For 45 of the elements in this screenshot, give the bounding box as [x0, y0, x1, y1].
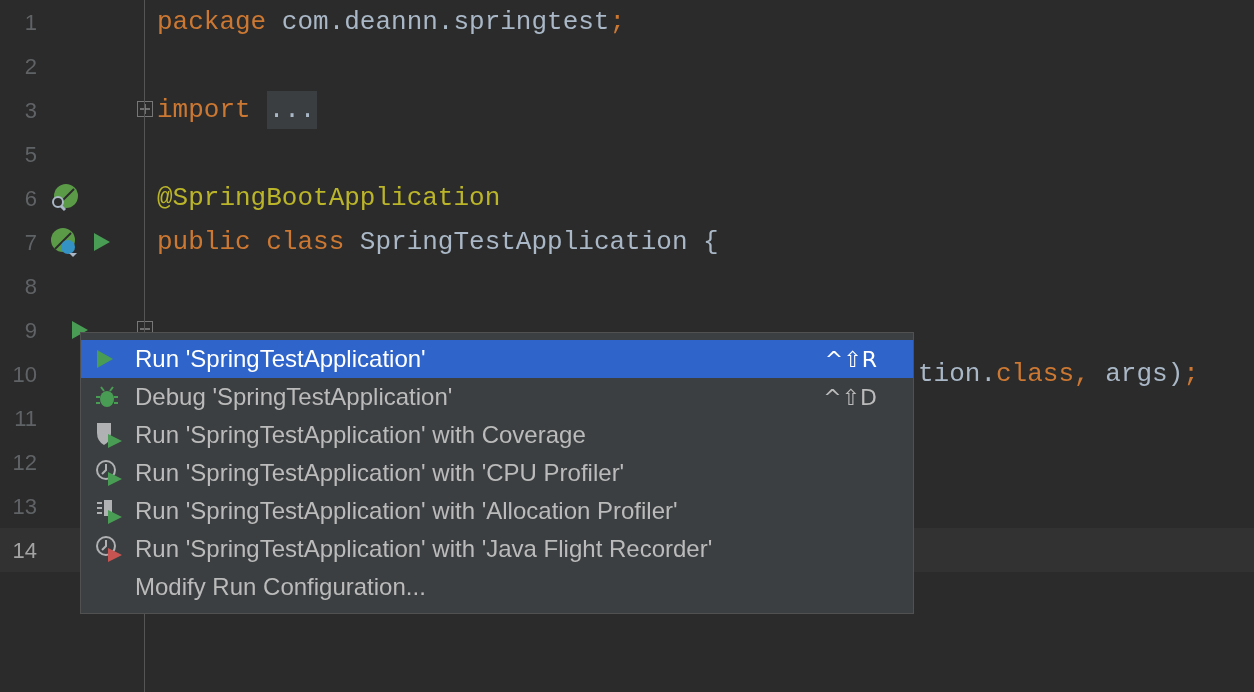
menu-item[interactable]: Run 'SpringTestApplication' ^⇧R: [81, 340, 913, 378]
line-number: 12: [11, 448, 37, 477]
menu-item[interactable]: Run 'SpringTestApplication' with Coverage: [81, 416, 913, 454]
menu-item[interactable]: Run 'SpringTestApplication' with 'Allocation Profiler': [81, 492, 913, 530]
spring-app-icon[interactable]: [49, 227, 79, 257]
line-number: 14: [11, 536, 37, 565]
run-icon: [95, 349, 115, 369]
menu-item-label: Run 'SpringTestApplication' with 'Allocation Profiler': [135, 496, 679, 526]
code-line: @SpringBootApplication: [157, 181, 501, 215]
line-number: 1: [23, 8, 37, 37]
line-number: 7: [23, 228, 37, 257]
line-number: 3: [23, 96, 37, 125]
code-line: public class SpringTestApplication {: [157, 225, 719, 259]
code-line: import ...: [157, 90, 318, 130]
menu-item-label: Run 'SpringTestApplication' with 'Java Flight Recorder': [135, 534, 714, 564]
menu-item-label: Debug 'SpringTestApplication': [135, 382, 454, 412]
menu-item[interactable]: Debug 'SpringTestApplication' ^⇧D: [81, 378, 913, 416]
menu-item-label: Run 'SpringTestApplication' with 'CPU Profiler': [135, 458, 626, 488]
menu-item[interactable]: Modify Run Configuration...: [81, 568, 913, 606]
line-number: 13: [11, 492, 37, 521]
line-number: 5: [23, 140, 37, 169]
bug-icon: [95, 385, 119, 409]
code-line: package com.deannn.springtest;: [157, 5, 626, 39]
line-number: 2: [23, 52, 37, 81]
bean-search-icon[interactable]: [49, 183, 79, 213]
expand-icon[interactable]: [137, 101, 153, 117]
run-icon[interactable]: [71, 320, 89, 340]
coverage-run-icon: [95, 421, 123, 449]
allocation-run-icon: [95, 497, 123, 525]
line-number: 9: [23, 316, 37, 345]
run-icon[interactable]: [93, 232, 111, 252]
menu-item-label: Run 'SpringTestApplication': [135, 344, 427, 374]
line-number: 10: [11, 360, 37, 389]
line-number: 11: [13, 404, 37, 433]
menu-item[interactable]: Run 'SpringTestApplication' with 'Java Flight Recorder': [81, 530, 913, 568]
profiler-run-icon: [95, 459, 123, 487]
shortcut-label: ^⇧D: [823, 383, 877, 412]
line-number: 6: [23, 184, 37, 213]
shortcut-label: ^⇧R: [824, 345, 877, 374]
menu-item[interactable]: Run 'SpringTestApplication' with 'CPU Profiler': [81, 454, 913, 492]
recorder-run-icon: [95, 535, 123, 563]
code-line: tion.class, args);: [918, 357, 1199, 391]
menu-item-label: Run 'SpringTestApplication' with Coverage: [135, 420, 587, 450]
menu-item-label: Modify Run Configuration...: [135, 572, 427, 602]
line-number: 8: [23, 272, 37, 301]
